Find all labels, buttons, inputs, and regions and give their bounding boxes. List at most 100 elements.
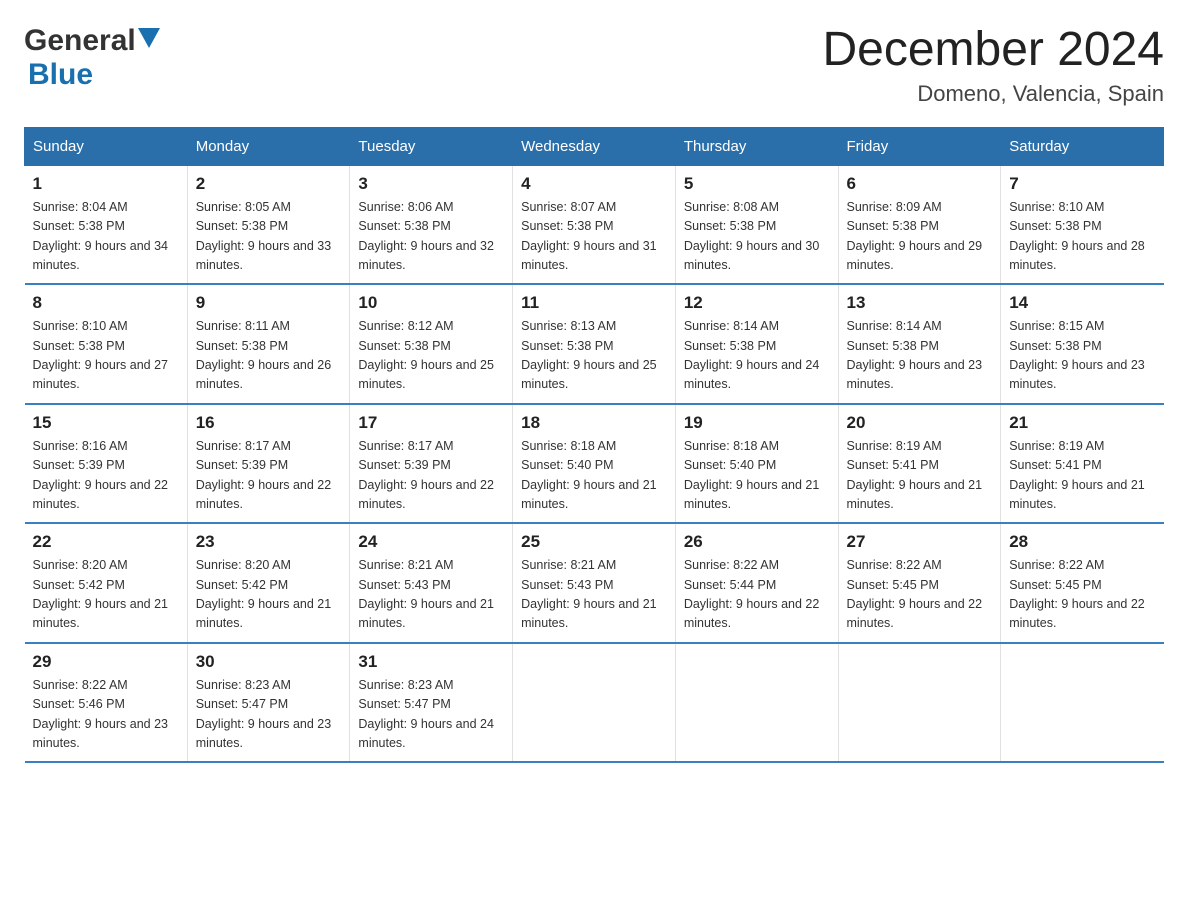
table-row: 7 Sunrise: 8:10 AMSunset: 5:38 PMDayligh… — [1001, 165, 1164, 284]
day-info: Sunrise: 8:22 AMSunset: 5:45 PMDaylight:… — [1009, 558, 1145, 630]
day-info: Sunrise: 8:19 AMSunset: 5:41 PMDaylight:… — [1009, 439, 1145, 511]
table-row: 18 Sunrise: 8:18 AMSunset: 5:40 PMDaylig… — [513, 404, 676, 524]
day-number: 12 — [684, 293, 830, 313]
table-row: 13 Sunrise: 8:14 AMSunset: 5:38 PMDaylig… — [838, 284, 1001, 404]
table-row: 22 Sunrise: 8:20 AMSunset: 5:42 PMDaylig… — [25, 523, 188, 643]
table-row — [513, 643, 676, 763]
month-title: December 2024 — [822, 24, 1164, 77]
calendar-week-row: 22 Sunrise: 8:20 AMSunset: 5:42 PMDaylig… — [25, 523, 1164, 643]
table-row: 15 Sunrise: 8:16 AMSunset: 5:39 PMDaylig… — [25, 404, 188, 524]
logo: General Blue — [24, 24, 160, 92]
col-friday: Friday — [838, 127, 1001, 165]
table-row: 28 Sunrise: 8:22 AMSunset: 5:45 PMDaylig… — [1001, 523, 1164, 643]
col-saturday: Saturday — [1001, 127, 1164, 165]
day-number: 24 — [358, 532, 504, 552]
location-text: Domeno, Valencia, Spain — [822, 81, 1164, 107]
day-number: 4 — [521, 174, 667, 194]
day-number: 14 — [1009, 293, 1155, 313]
calendar-table: Sunday Monday Tuesday Wednesday Thursday… — [24, 127, 1164, 764]
table-row: 3 Sunrise: 8:06 AMSunset: 5:38 PMDayligh… — [350, 165, 513, 284]
day-info: Sunrise: 8:22 AMSunset: 5:44 PMDaylight:… — [684, 558, 820, 630]
table-row: 8 Sunrise: 8:10 AMSunset: 5:38 PMDayligh… — [25, 284, 188, 404]
table-row: 20 Sunrise: 8:19 AMSunset: 5:41 PMDaylig… — [838, 404, 1001, 524]
day-info: Sunrise: 8:17 AMSunset: 5:39 PMDaylight:… — [196, 439, 332, 511]
day-number: 8 — [33, 293, 179, 313]
day-info: Sunrise: 8:18 AMSunset: 5:40 PMDaylight:… — [684, 439, 820, 511]
day-number: 9 — [196, 293, 342, 313]
logo-general-text: General — [24, 24, 136, 58]
table-row: 24 Sunrise: 8:21 AMSunset: 5:43 PMDaylig… — [350, 523, 513, 643]
table-row: 12 Sunrise: 8:14 AMSunset: 5:38 PMDaylig… — [675, 284, 838, 404]
day-info: Sunrise: 8:23 AMSunset: 5:47 PMDaylight:… — [196, 678, 332, 750]
day-number: 5 — [684, 174, 830, 194]
day-number: 16 — [196, 413, 342, 433]
table-row: 11 Sunrise: 8:13 AMSunset: 5:38 PMDaylig… — [513, 284, 676, 404]
day-number: 10 — [358, 293, 504, 313]
table-row: 9 Sunrise: 8:11 AMSunset: 5:38 PMDayligh… — [187, 284, 350, 404]
day-info: Sunrise: 8:19 AMSunset: 5:41 PMDaylight:… — [847, 439, 983, 511]
table-row: 2 Sunrise: 8:05 AMSunset: 5:38 PMDayligh… — [187, 165, 350, 284]
table-row — [838, 643, 1001, 763]
day-number: 22 — [33, 532, 179, 552]
table-row: 4 Sunrise: 8:07 AMSunset: 5:38 PMDayligh… — [513, 165, 676, 284]
day-number: 27 — [847, 532, 993, 552]
day-info: Sunrise: 8:12 AMSunset: 5:38 PMDaylight:… — [358, 319, 494, 391]
table-row: 16 Sunrise: 8:17 AMSunset: 5:39 PMDaylig… — [187, 404, 350, 524]
table-row: 26 Sunrise: 8:22 AMSunset: 5:44 PMDaylig… — [675, 523, 838, 643]
table-row — [1001, 643, 1164, 763]
col-tuesday: Tuesday — [350, 127, 513, 165]
day-info: Sunrise: 8:17 AMSunset: 5:39 PMDaylight:… — [358, 439, 494, 511]
calendar-week-row: 29 Sunrise: 8:22 AMSunset: 5:46 PMDaylig… — [25, 643, 1164, 763]
day-info: Sunrise: 8:22 AMSunset: 5:45 PMDaylight:… — [847, 558, 983, 630]
day-number: 7 — [1009, 174, 1155, 194]
table-row: 21 Sunrise: 8:19 AMSunset: 5:41 PMDaylig… — [1001, 404, 1164, 524]
table-row: 1 Sunrise: 8:04 AMSunset: 5:38 PMDayligh… — [25, 165, 188, 284]
day-info: Sunrise: 8:15 AMSunset: 5:38 PMDaylight:… — [1009, 319, 1145, 391]
table-row — [675, 643, 838, 763]
title-block: December 2024 Domeno, Valencia, Spain — [822, 24, 1164, 107]
day-info: Sunrise: 8:11 AMSunset: 5:38 PMDaylight:… — [196, 319, 332, 391]
day-info: Sunrise: 8:16 AMSunset: 5:39 PMDaylight:… — [33, 439, 169, 511]
day-number: 28 — [1009, 532, 1155, 552]
calendar-week-row: 1 Sunrise: 8:04 AMSunset: 5:38 PMDayligh… — [25, 165, 1164, 284]
day-number: 6 — [847, 174, 993, 194]
table-row: 29 Sunrise: 8:22 AMSunset: 5:46 PMDaylig… — [25, 643, 188, 763]
day-number: 1 — [33, 174, 179, 194]
day-number: 17 — [358, 413, 504, 433]
day-number: 21 — [1009, 413, 1155, 433]
day-number: 25 — [521, 532, 667, 552]
table-row: 30 Sunrise: 8:23 AMSunset: 5:47 PMDaylig… — [187, 643, 350, 763]
day-info: Sunrise: 8:23 AMSunset: 5:47 PMDaylight:… — [358, 678, 494, 750]
table-row: 23 Sunrise: 8:20 AMSunset: 5:42 PMDaylig… — [187, 523, 350, 643]
table-row: 6 Sunrise: 8:09 AMSunset: 5:38 PMDayligh… — [838, 165, 1001, 284]
calendar-week-row: 15 Sunrise: 8:16 AMSunset: 5:39 PMDaylig… — [25, 404, 1164, 524]
day-info: Sunrise: 8:20 AMSunset: 5:42 PMDaylight:… — [196, 558, 332, 630]
col-monday: Monday — [187, 127, 350, 165]
page-header: General Blue December 2024 Domeno, Valen… — [24, 24, 1164, 107]
day-info: Sunrise: 8:10 AMSunset: 5:38 PMDaylight:… — [33, 319, 169, 391]
table-row: 17 Sunrise: 8:17 AMSunset: 5:39 PMDaylig… — [350, 404, 513, 524]
day-number: 30 — [196, 652, 342, 672]
day-info: Sunrise: 8:08 AMSunset: 5:38 PMDaylight:… — [684, 200, 820, 272]
day-info: Sunrise: 8:07 AMSunset: 5:38 PMDaylight:… — [521, 200, 657, 272]
day-number: 13 — [847, 293, 993, 313]
table-row: 5 Sunrise: 8:08 AMSunset: 5:38 PMDayligh… — [675, 165, 838, 284]
logo-blue-text: Blue — [28, 58, 93, 92]
day-info: Sunrise: 8:22 AMSunset: 5:46 PMDaylight:… — [33, 678, 169, 750]
day-info: Sunrise: 8:21 AMSunset: 5:43 PMDaylight:… — [521, 558, 657, 630]
day-number: 19 — [684, 413, 830, 433]
day-number: 15 — [33, 413, 179, 433]
day-info: Sunrise: 8:09 AMSunset: 5:38 PMDaylight:… — [847, 200, 983, 272]
calendar-week-row: 8 Sunrise: 8:10 AMSunset: 5:38 PMDayligh… — [25, 284, 1164, 404]
day-info: Sunrise: 8:06 AMSunset: 5:38 PMDaylight:… — [358, 200, 494, 272]
day-number: 29 — [33, 652, 179, 672]
table-row: 27 Sunrise: 8:22 AMSunset: 5:45 PMDaylig… — [838, 523, 1001, 643]
table-row: 10 Sunrise: 8:12 AMSunset: 5:38 PMDaylig… — [350, 284, 513, 404]
table-row: 31 Sunrise: 8:23 AMSunset: 5:47 PMDaylig… — [350, 643, 513, 763]
day-info: Sunrise: 8:14 AMSunset: 5:38 PMDaylight:… — [847, 319, 983, 391]
day-info: Sunrise: 8:13 AMSunset: 5:38 PMDaylight:… — [521, 319, 657, 391]
day-info: Sunrise: 8:05 AMSunset: 5:38 PMDaylight:… — [196, 200, 332, 272]
day-info: Sunrise: 8:20 AMSunset: 5:42 PMDaylight:… — [33, 558, 169, 630]
table-row: 19 Sunrise: 8:18 AMSunset: 5:40 PMDaylig… — [675, 404, 838, 524]
col-thursday: Thursday — [675, 127, 838, 165]
